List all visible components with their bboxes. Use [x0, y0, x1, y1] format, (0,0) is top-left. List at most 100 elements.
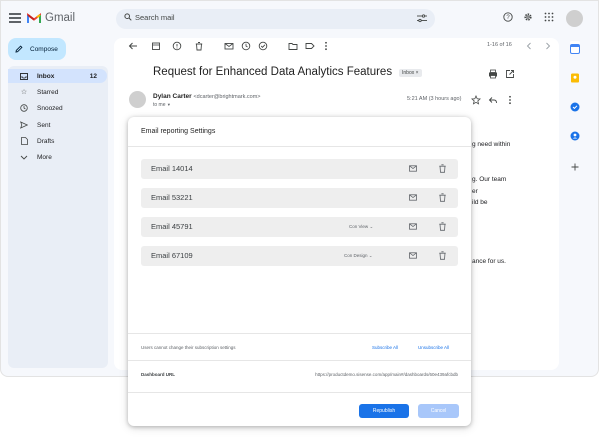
subscribe-all-link[interactable]: Subscribe All [372, 345, 398, 350]
email-row[interactable]: Email 14014 [141, 159, 458, 179]
search-bar[interactable]: Search mail [116, 9, 435, 29]
back-arrow-icon[interactable] [128, 41, 138, 51]
trash-icon[interactable] [194, 41, 204, 51]
mail-icon[interactable] [409, 194, 417, 201]
star-icon[interactable] [471, 95, 481, 105]
inbox-label-chip[interactable]: Inbox × [399, 69, 422, 77]
inbox-count-badge: 12 [89, 72, 97, 80]
sender-line: Dylan Carter <dcarter@brightmark.com> [153, 93, 261, 100]
move-to-icon[interactable] [288, 41, 298, 51]
mail-icon[interactable] [409, 223, 417, 230]
pagination-text: 1-16 of 16 [487, 42, 512, 48]
sidebar-item-label: Inbox [37, 72, 55, 80]
search-options-icon[interactable] [417, 14, 427, 23]
sidebar-item-starred[interactable]: ☆ Starred [8, 85, 107, 99]
account-avatar[interactable] [566, 10, 583, 27]
search-icon[interactable] [124, 13, 132, 21]
app-name: Gmail [45, 12, 76, 24]
divider [128, 333, 471, 334]
body-text: g need within [472, 141, 511, 148]
clock-icon [20, 104, 28, 112]
view-dropdown[interactable]: Con View ⌄ [349, 224, 373, 230]
email-row[interactable]: Email 53221 [141, 188, 458, 208]
send-icon [20, 121, 28, 129]
cancel-button[interactable]: Cancel [418, 404, 459, 418]
mail-icon[interactable] [409, 252, 417, 259]
keep-icon[interactable] [570, 70, 580, 83]
view-dropdown[interactable]: Con Design ⌄ [344, 253, 373, 259]
draft-icon [20, 137, 28, 145]
dialog-title: Email reporting Settings [141, 128, 216, 135]
search-input[interactable]: Search mail [135, 13, 175, 22]
sidebar-item-label: More [37, 153, 52, 161]
svg-text:?: ? [506, 15, 510, 21]
star-icon: ☆ [20, 89, 28, 96]
compose-label: Compose [30, 45, 58, 53]
add-addon-icon[interactable] [570, 159, 580, 171]
snooze-icon[interactable] [241, 41, 251, 51]
help-icon[interactable]: ? [503, 12, 513, 22]
trash-icon[interactable] [439, 193, 446, 202]
email-reporting-settings-dialog: Email reporting Settings Email 14014 Ema… [128, 117, 471, 426]
dashboard-url-value: https://productdemo.sisense.com/app/main… [315, 372, 458, 377]
mark-unread-icon[interactable] [224, 41, 234, 51]
archive-icon[interactable] [151, 41, 161, 51]
chevron-right-icon[interactable] [543, 41, 553, 51]
label-icon[interactable] [305, 41, 315, 51]
email-row[interactable]: Email 45791 Con View ⌄ [141, 217, 458, 237]
dashboard-url-label: Dashboard URL [141, 372, 176, 377]
message-more-icon[interactable] [505, 95, 515, 105]
divider [128, 392, 471, 393]
sidebar-item-more[interactable]: More [8, 150, 107, 164]
subscription-note: Users cannot change their subscription s… [141, 345, 236, 350]
chevron-down-icon [20, 153, 28, 161]
message-subject: Request for Enhanced Data Analytics Feat… [153, 66, 393, 78]
sidebar-item-label: Drafts [37, 137, 55, 145]
chevron-left-icon[interactable] [524, 41, 534, 51]
gmail-logo[interactable]: Gmail [27, 12, 75, 24]
message-time: 5:21 AM (3 hours ago) [407, 96, 462, 102]
calendar-icon[interactable] [570, 41, 580, 54]
sidebar-item-sent[interactable]: Sent [8, 118, 107, 132]
body-text: ild be [472, 199, 488, 206]
trash-icon[interactable] [439, 222, 446, 231]
open-new-window-icon[interactable] [505, 69, 515, 79]
sender-email: <dcarter@brightmark.com> [193, 94, 261, 100]
sidebar-item-drafts[interactable]: Drafts [8, 134, 107, 148]
compose-button[interactable]: Compose [8, 38, 66, 60]
trash-icon[interactable] [439, 164, 446, 173]
dropdown-value: Con Design [344, 253, 368, 258]
email-name: Email 67109 [151, 251, 193, 260]
tasks-icon[interactable] [570, 99, 580, 112]
trash-icon[interactable] [439, 251, 446, 260]
sidebar-item-label: Snoozed [37, 104, 63, 112]
gear-icon[interactable] [523, 12, 533, 22]
email-row[interactable]: Email 67109 Con Design ⌄ [141, 246, 458, 266]
reply-icon[interactable] [488, 95, 498, 105]
email-name: Email 45791 [151, 222, 193, 231]
add-task-icon[interactable] [258, 41, 268, 51]
report-spam-icon[interactable] [172, 41, 182, 51]
unsubscribe-all-link[interactable]: Unsubscribe All [418, 345, 449, 350]
sidebar-item-label: Starred [37, 88, 59, 96]
mail-icon[interactable] [409, 165, 417, 172]
contacts-icon[interactable] [570, 128, 580, 141]
divider [128, 360, 471, 361]
divider [128, 146, 471, 147]
body-text: ance for us. [472, 258, 506, 265]
dropdown-value: Con View [349, 224, 369, 229]
inbox-icon [20, 72, 28, 80]
sender-avatar[interactable] [129, 91, 146, 108]
gmail-m-icon [27, 12, 41, 23]
recipient-line[interactable]: to me ▼ [153, 102, 171, 108]
apps-grid-icon[interactable] [544, 12, 554, 22]
menu-icon[interactable] [9, 13, 21, 23]
print-icon[interactable] [488, 69, 498, 79]
sidebar-item-label: Sent [37, 121, 51, 129]
sender-name: Dylan Carter [153, 93, 192, 100]
sidebar-item-snoozed[interactable]: Snoozed [8, 101, 107, 115]
more-vert-icon[interactable] [321, 41, 331, 51]
sidebar-item-inbox[interactable]: Inbox 12 [8, 69, 107, 83]
republish-button[interactable]: Republish [359, 404, 409, 418]
recipient-dropdown-icon: ▼ [166, 102, 171, 107]
